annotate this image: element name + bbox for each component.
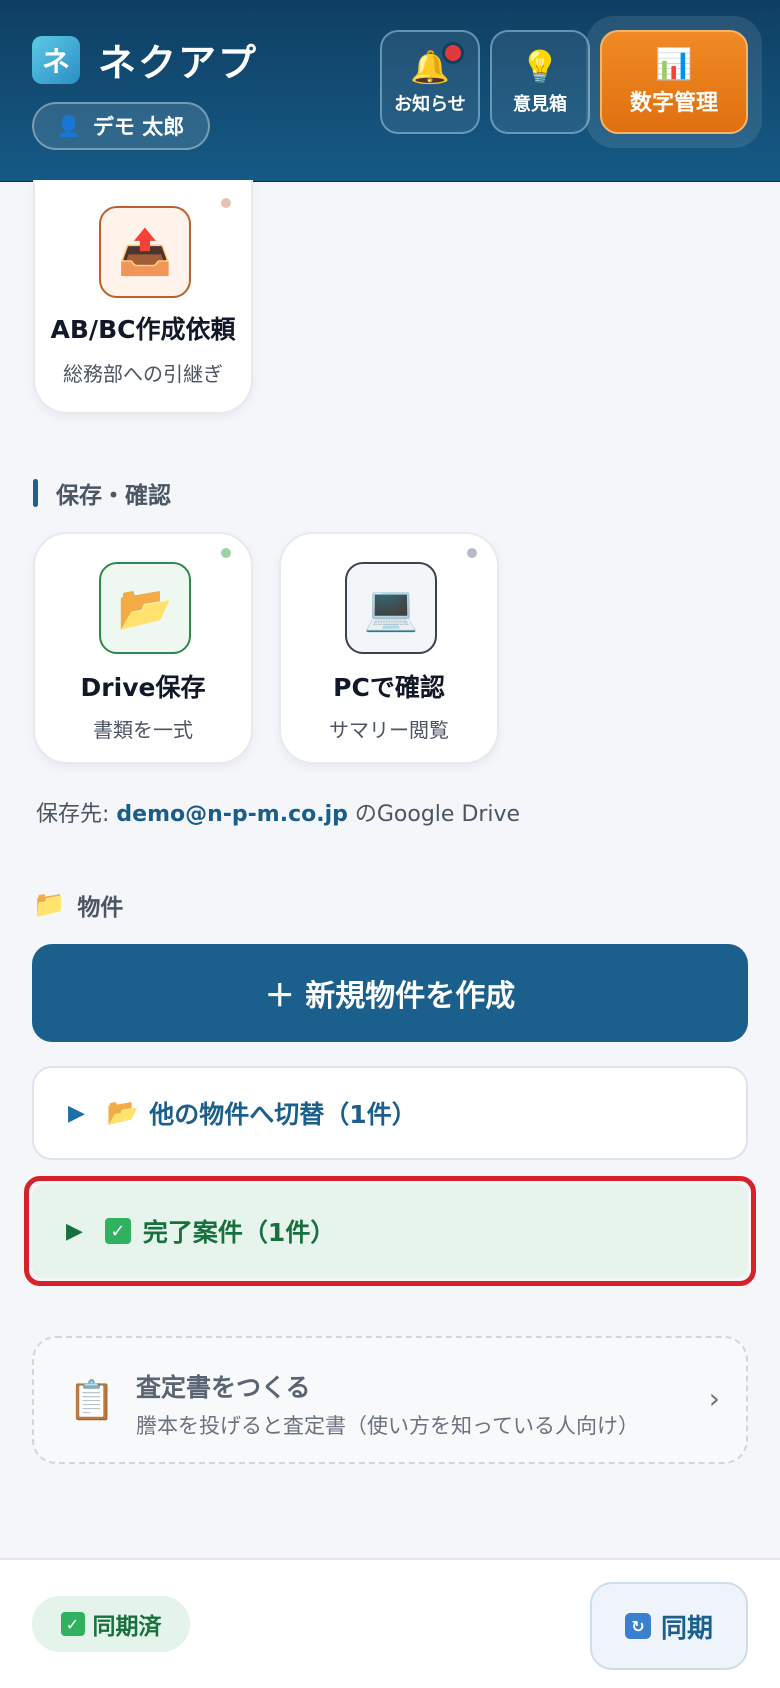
numbers-label: 数字管理 xyxy=(629,91,718,116)
sync-status-badge: ✓ 同期済 xyxy=(32,1596,190,1652)
user-badge[interactable]: 👤 デモ 太郎 xyxy=(32,102,210,150)
person-icon: 👤 xyxy=(56,114,81,138)
section-save-confirm: 保存・確認 xyxy=(33,476,171,510)
notice-button[interactable]: 🔔 お知らせ xyxy=(380,30,480,134)
save-dest-email: demo@n-p-m.co.jp xyxy=(116,802,348,827)
bar-chart-icon: 📊 xyxy=(655,47,693,82)
completed-cases-toggle[interactable]: ▶ ✓ 完了案件（1件） xyxy=(32,1184,748,1278)
create-property-button[interactable]: ＋ 新規物件を作成 xyxy=(32,944,748,1042)
assessment-title: 査定書をつくる xyxy=(136,1373,311,1402)
outbox-upload-icon: 📤 xyxy=(99,206,191,298)
switch-label: 他の物件へ切替（1件） xyxy=(149,1100,417,1129)
section-properties: 📁 物件 xyxy=(33,888,123,922)
pc-confirm-card[interactable]: 💻 PCで確認 サマリー閲覧 xyxy=(279,532,499,764)
notification-dot xyxy=(442,42,464,64)
folder-icon: 📂 xyxy=(99,562,191,654)
checkbox-checked-icon: ✓ xyxy=(60,1612,85,1636)
section-title: 物件 xyxy=(77,895,124,921)
section-marker xyxy=(33,479,38,507)
synced-label: 同期済 xyxy=(92,1614,162,1640)
assessment-subtitle: 謄本を投げると査定書（使い方を知っている人向け） xyxy=(136,1414,639,1438)
opinion-label: 意見箱 xyxy=(513,94,567,115)
sync-button[interactable]: ↻ 同期 xyxy=(590,1582,748,1670)
status-dot xyxy=(221,548,231,558)
sync-label: 同期 xyxy=(660,1613,713,1644)
card-subtitle: 総務部への引継ぎ xyxy=(63,362,223,386)
app-title: ネクアプ xyxy=(98,41,259,85)
numbers-management-button[interactable]: 📊 数字管理 xyxy=(600,30,748,134)
drive-save-card[interactable]: 📂 Drive保存 書類を一式 xyxy=(33,532,253,764)
status-dot xyxy=(221,198,231,208)
laptop-icon: 💻 xyxy=(345,562,437,654)
card-subtitle: サマリー閲覧 xyxy=(329,718,449,742)
save-dest-prefix: 保存先: xyxy=(36,802,117,827)
sync-icon: ↻ xyxy=(624,1613,651,1639)
card-title: PCで確認 xyxy=(333,673,445,702)
app-logo-icon: ネ xyxy=(32,35,80,84)
checkbox-checked-icon: ✓ xyxy=(104,1218,131,1244)
status-dot xyxy=(467,548,477,558)
save-destination: 保存先: demo@n-p-m.co.jp のGoogle Drive xyxy=(36,796,520,828)
footer-bar: ✓ 同期済 ↻ 同期 xyxy=(0,1558,780,1688)
completed-label: 完了案件（1件） xyxy=(142,1218,336,1247)
save-dest-suffix: のGoogle Drive xyxy=(347,802,521,827)
switch-property-toggle[interactable]: ▶ 📂 他の物件へ切替（1件） xyxy=(32,1066,748,1160)
expand-triangle-icon: ▶ xyxy=(66,1218,83,1244)
card-title: Drive保存 xyxy=(80,673,206,702)
notice-label: お知らせ xyxy=(394,94,466,115)
abbc-request-card[interactable]: 📤 AB/BC作成依頼 総務部への引継ぎ xyxy=(33,180,253,414)
chevron-right-icon: › xyxy=(708,1382,720,1415)
brand: ネ ネクアプ xyxy=(32,32,258,87)
section-title: 保存・確認 xyxy=(56,483,171,509)
opinion-box-button[interactable]: 💡 意見箱 xyxy=(490,30,590,134)
card-title: AB/BC作成依頼 xyxy=(50,315,236,344)
create-assessment-link[interactable]: 📋 査定書をつくる 謄本を投げると査定書（使い方を知っている人向け） › xyxy=(32,1336,748,1464)
app-header: ネ ネクアプ 👤 デモ 太郎 🔔 お知らせ 💡 意見箱 📊 数字管理 xyxy=(0,0,780,182)
open-folder-icon: 📂 xyxy=(106,1098,140,1128)
card-subtitle: 書類を一式 xyxy=(93,718,193,742)
clipboard-icon: 📋 xyxy=(68,1378,116,1422)
folder-icon: 📁 xyxy=(33,890,66,920)
user-name: デモ 太郎 xyxy=(92,115,185,139)
lightbulb-icon: 💡 xyxy=(520,48,560,86)
expand-triangle-icon: ▶ xyxy=(68,1100,85,1126)
